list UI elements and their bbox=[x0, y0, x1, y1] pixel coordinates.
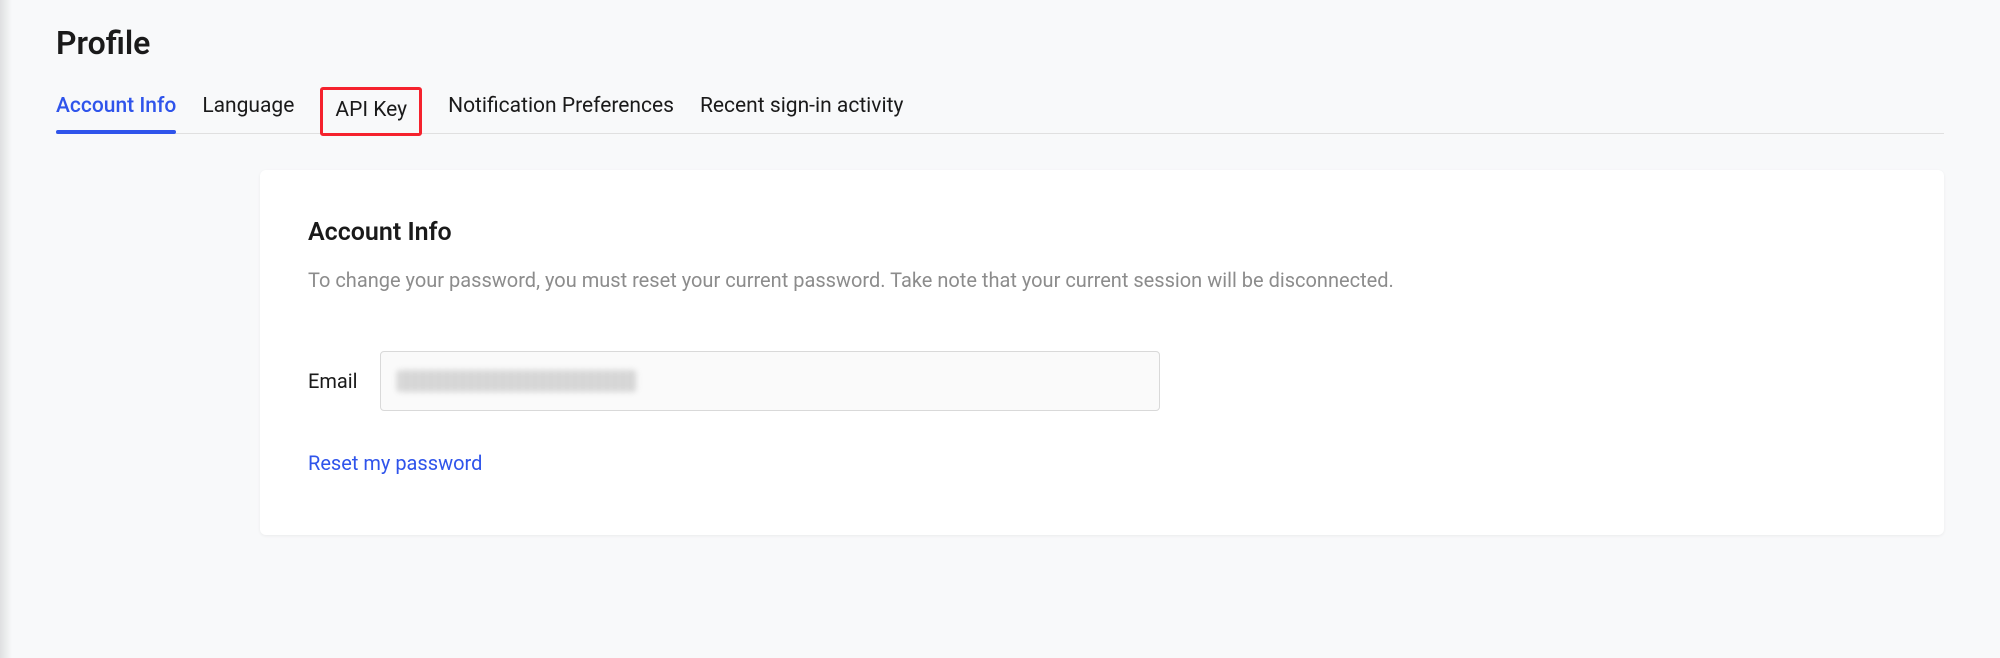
email-value-redacted bbox=[397, 370, 637, 392]
tab-notification-preferences[interactable]: Notification Preferences bbox=[448, 94, 674, 133]
reset-password-link[interactable]: Reset my password bbox=[308, 451, 482, 475]
content-area: Account Info To change your password, yo… bbox=[0, 134, 2000, 575]
account-info-card: Account Info To change your password, yo… bbox=[260, 170, 1944, 535]
email-row: Email bbox=[308, 351, 1896, 411]
tab-recent-signin-activity[interactable]: Recent sign-in activity bbox=[700, 94, 903, 133]
page-title: Profile bbox=[56, 24, 1944, 62]
tab-api-key[interactable]: API Key bbox=[320, 87, 422, 136]
tabs-row: Account Info Language API Key Notificati… bbox=[56, 94, 1944, 134]
email-label: Email bbox=[308, 369, 368, 393]
tab-language[interactable]: Language bbox=[202, 94, 294, 133]
tab-account-info[interactable]: Account Info bbox=[56, 94, 176, 133]
email-field[interactable] bbox=[380, 351, 1160, 411]
page-wrap: Profile Account Info Language API Key No… bbox=[0, 0, 2000, 575]
card-description: To change your password, you must reset … bbox=[308, 265, 1896, 295]
card-title: Account Info bbox=[308, 218, 1896, 247]
header-area: Profile Account Info Language API Key No… bbox=[0, 0, 2000, 134]
